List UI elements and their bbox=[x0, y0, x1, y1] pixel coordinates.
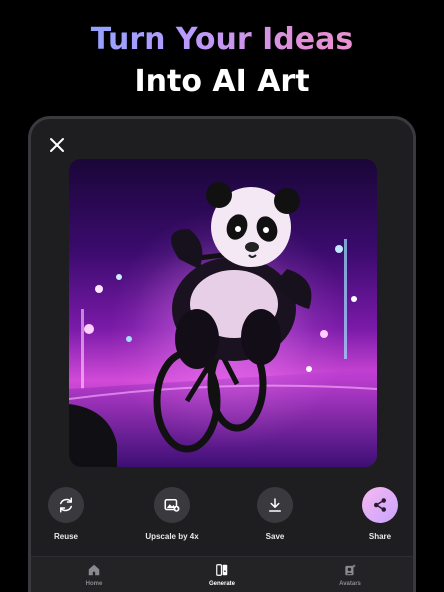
bottom-tab-bar: Home Generate Avatars bbox=[31, 557, 413, 592]
tab-generate[interactable]: Generate bbox=[177, 563, 267, 587]
tab-home-label: Home bbox=[85, 581, 103, 587]
share-icon bbox=[374, 498, 386, 512]
avatars-icon bbox=[345, 564, 356, 576]
panda-artwork bbox=[69, 182, 377, 467]
headline-line-2: Into AI Art bbox=[134, 64, 310, 99]
generated-image[interactable] bbox=[69, 159, 377, 467]
reuse-label: Reuse bbox=[53, 532, 78, 541]
share-button[interactable]: Share bbox=[340, 487, 413, 541]
promo-headline: Turn Your Ideas Into AI Art bbox=[0, 22, 444, 102]
share-label: Share bbox=[368, 532, 392, 541]
tab-avatars[interactable]: Avatars bbox=[305, 563, 395, 587]
save-button-circle[interactable] bbox=[257, 487, 293, 523]
upscale-image-icon bbox=[164, 499, 180, 512]
generate-icon bbox=[216, 564, 228, 576]
download-icon bbox=[269, 498, 281, 512]
save-button[interactable]: Save bbox=[235, 487, 315, 541]
reuse-button[interactable]: Reuse bbox=[31, 487, 106, 541]
tab-generate-label: Generate bbox=[208, 581, 235, 587]
headline-line-1: Turn Your Ideas bbox=[0, 22, 444, 58]
tab-home[interactable]: Home bbox=[49, 563, 139, 587]
refresh-icon bbox=[60, 497, 72, 513]
upscale-label: Upscale by 4x bbox=[145, 532, 199, 541]
app-screen: Reuse Upscale by 4x Save Share Home Gene… bbox=[28, 116, 416, 592]
share-button-circle[interactable] bbox=[362, 487, 398, 523]
reuse-button-circle[interactable] bbox=[48, 487, 84, 523]
tab-avatars-label: Avatars bbox=[339, 581, 361, 587]
close-button[interactable] bbox=[45, 133, 69, 157]
home-icon bbox=[88, 564, 100, 576]
upscale-button[interactable]: Upscale by 4x bbox=[132, 487, 212, 541]
close-icon bbox=[50, 138, 64, 152]
upscale-button-circle[interactable] bbox=[154, 487, 190, 523]
image-actions: Reuse Upscale by 4x Save Share bbox=[31, 487, 413, 547]
save-label: Save bbox=[265, 532, 285, 541]
